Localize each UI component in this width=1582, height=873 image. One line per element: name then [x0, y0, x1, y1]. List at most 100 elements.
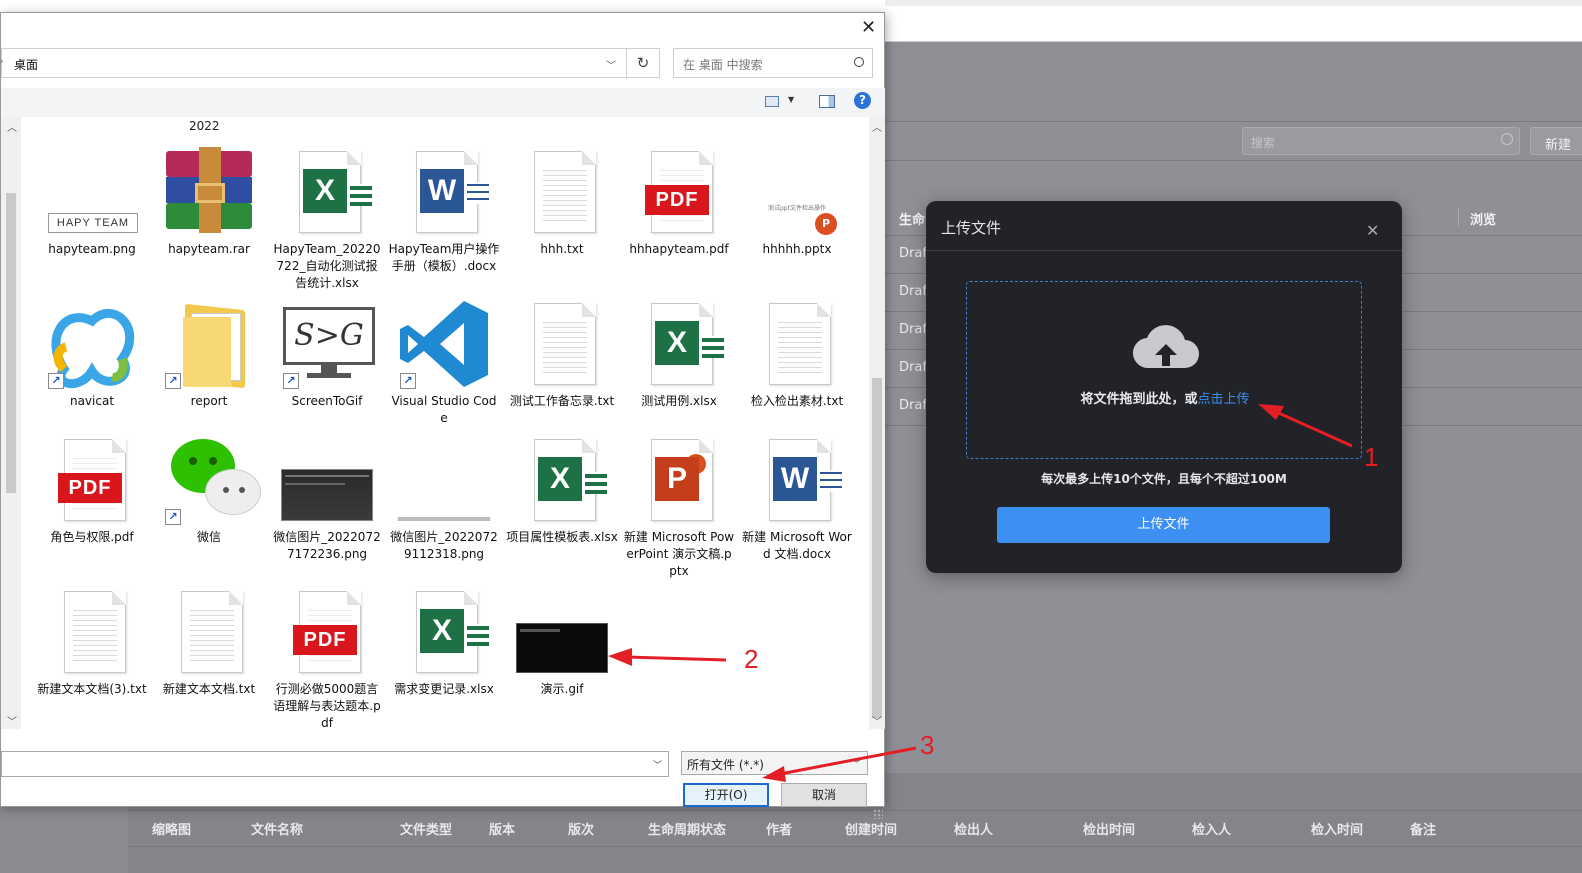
bottom-col-remark: 备注 — [1410, 823, 1437, 838]
file-name-input[interactable]: ﹀ — [1, 751, 669, 777]
file-grid: 2022 HAPY TEAM hapyteam.png hapyteam.rar… — [21, 117, 869, 729]
upload-modal: 上传文件 ✕ 将文件拖到此处，或点击上传 每次最多上传10个文件，且每个不超过1… — [926, 201, 1402, 573]
text-file-icon — [749, 299, 845, 389]
bottom-col-created: 创建时间 — [845, 823, 898, 838]
chevron-down-icon[interactable]: ﹀ — [653, 758, 662, 771]
shortcut-arrow-icon: ↗ — [165, 509, 181, 525]
wechat-icon: ↗ — [161, 435, 261, 525]
rar-archive-icon — [161, 147, 257, 237]
preview-pane-icon[interactable] — [819, 95, 835, 108]
scroll-down-icon[interactable]: ﹀ — [7, 713, 17, 728]
address-path: 桌面 — [14, 58, 39, 72]
file-item[interactable]: ↗ Visual Studio Code — [388, 299, 500, 427]
chevron-right-icon: › — [0, 57, 4, 67]
column-header-browse: 浏览 — [1470, 213, 1497, 228]
file-item[interactable]: 微信图片_20220729112318.png — [388, 435, 500, 563]
search-icon — [854, 57, 864, 67]
file-name: navicat — [69, 394, 115, 408]
scroll-up-icon[interactable]: ︿ — [872, 119, 882, 134]
scrollbar-thumb[interactable] — [6, 193, 16, 493]
gif-thumbnail-icon — [514, 587, 610, 677]
drop-hint: 将文件拖到此处，或点击上传 — [967, 388, 1363, 407]
file-item[interactable]: X HapyTeam_20220722_自动化测试报告统计.xlsx — [271, 147, 383, 292]
file-item[interactable]: X 测试用例.xlsx — [623, 299, 735, 410]
click-upload-link[interactable]: 点击上传 — [1198, 392, 1250, 407]
file-name: 角色与权限.pdf — [50, 530, 134, 544]
resize-grip[interactable] — [873, 809, 883, 819]
pdf-file-icon: PDF — [44, 435, 140, 525]
upload-dropzone[interactable]: 将文件拖到此处，或点击上传 — [966, 281, 1362, 459]
file-name: HapyTeam_20220722_自动化测试报告统计.xlsx — [273, 242, 381, 290]
file-name: 项目属性模板表.xlsx — [506, 530, 618, 544]
upload-file-button[interactable]: 上传文件 — [997, 507, 1330, 543]
dialog-search-input[interactable]: 在 桌面 中搜索 — [673, 48, 873, 78]
view-mode-icon[interactable] — [765, 96, 779, 107]
file-name: hapyteam.png — [48, 242, 136, 256]
cancel-button[interactable]: 取消 — [781, 783, 867, 807]
divider — [926, 250, 1402, 251]
file-item[interactable]: S>G ↗ ScreenToGif — [271, 299, 383, 410]
word-file-icon: W — [396, 147, 492, 237]
file-name: hhh.txt — [540, 242, 584, 256]
open-button[interactable]: 打开(O) — [683, 783, 769, 807]
scrollbar-thumb[interactable] — [872, 378, 882, 718]
file-item[interactable]: PDF 角色与权限.pdf — [36, 435, 148, 546]
caret-down-icon[interactable]: ▼ — [788, 95, 794, 104]
command-bar — [1, 88, 885, 118]
file-name: 新建 Microsoft PowerPoint 演示文稿.pptx — [623, 530, 735, 578]
file-name: 新建 Microsoft Word 文档.docx — [742, 530, 852, 561]
file-item[interactable]: 新建文本文档.txt — [153, 587, 265, 698]
file-item[interactable]: 微信图片_20220727172236.png — [271, 435, 383, 563]
file-item[interactable]: PDF hhhapyteam.pdf — [623, 147, 735, 258]
file-item[interactable]: X 项目属性模板表.xlsx — [506, 435, 618, 546]
file-item[interactable]: ↗ 微信 — [153, 435, 265, 546]
file-name: report — [190, 394, 228, 408]
file-item[interactable]: 测试ppt文件检出操作 P hhhhh.pptx — [741, 147, 853, 258]
bottom-col-filetype: 文件类型 — [400, 823, 453, 838]
file-item[interactable]: hapyteam.rar — [153, 147, 265, 258]
file-item[interactable]: 测试工作备忘录.txt — [506, 299, 618, 410]
drop-hint-text: 将文件拖到此处，或 — [1080, 392, 1198, 407]
file-item[interactable]: P 新建 Microsoft PowerPoint 演示文稿.pptx — [623, 435, 735, 580]
file-item[interactable]: 新建文本文档(3).txt — [36, 587, 148, 698]
bottom-col-checkout-time: 检出时间 — [1083, 823, 1136, 838]
file-name: 微信 — [196, 530, 221, 544]
close-icon[interactable]: ✕ — [1366, 221, 1379, 240]
file-item[interactable]: X 需求变更记录.xlsx — [388, 587, 500, 698]
chevron-down-icon[interactable]: ﹀ — [606, 57, 616, 72]
chevron-down-icon: ﹀ — [851, 760, 861, 770]
file-name: 行测必做5000题言语理解与表达题本.pdf — [273, 682, 381, 729]
file-type-value: 所有文件 (*.*) — [687, 758, 764, 772]
scroll-down-icon[interactable]: ﹀ — [872, 713, 882, 728]
address-bar[interactable]: › 桌面 ﹀ — [0, 48, 627, 78]
file-name: hhhhh.pptx — [762, 242, 832, 256]
file-item[interactable]: ↗ report — [153, 299, 265, 410]
pdf-file-icon: PDF — [631, 147, 727, 237]
annotation-step-1: 1 — [1364, 442, 1379, 472]
app-search-input[interactable]: 搜索 — [1242, 127, 1520, 155]
scroll-up-icon[interactable]: ︿ — [7, 119, 17, 134]
file-type-select[interactable]: 所有文件 (*.*) ﹀ — [681, 751, 868, 775]
vscode-icon: ↗ — [396, 299, 492, 389]
shortcut-arrow-icon: ↗ — [283, 373, 299, 389]
file-item[interactable]: ↗ navicat — [36, 299, 148, 410]
file-name: 检入检出素材.txt — [750, 394, 844, 408]
file-item[interactable]: PDF 行测必做5000题言语理解与表达题本.pdf — [271, 587, 383, 729]
excel-file-icon: X — [631, 299, 727, 389]
bottom-col-thumbnail: 缩略图 — [152, 823, 192, 838]
bottom-col-author: 作者 — [766, 823, 793, 838]
column-divider — [1458, 208, 1459, 226]
pptx-thumbnail-icon: 测试ppt文件检出操作 P — [749, 147, 845, 237]
file-item[interactable]: W HapyTeam用户操作手册（模板）.docx — [388, 147, 500, 275]
help-icon[interactable]: ? — [854, 92, 871, 109]
file-item[interactable]: 演示.gif — [506, 587, 618, 698]
close-icon[interactable]: ✕ — [861, 17, 876, 38]
file-item[interactable]: hhh.txt — [506, 147, 618, 258]
file-item[interactable]: 检入检出素材.txt — [741, 299, 853, 410]
refresh-icon[interactable]: ↻ — [627, 48, 660, 78]
file-item[interactable]: HAPY TEAM hapyteam.png — [36, 147, 148, 258]
file-item[interactable]: W 新建 Microsoft Word 文档.docx — [741, 435, 853, 563]
image-thumbnail-icon — [396, 435, 492, 525]
new-button[interactable]: 新建 — [1530, 127, 1582, 155]
png-logo-icon: HAPY TEAM — [44, 147, 140, 237]
